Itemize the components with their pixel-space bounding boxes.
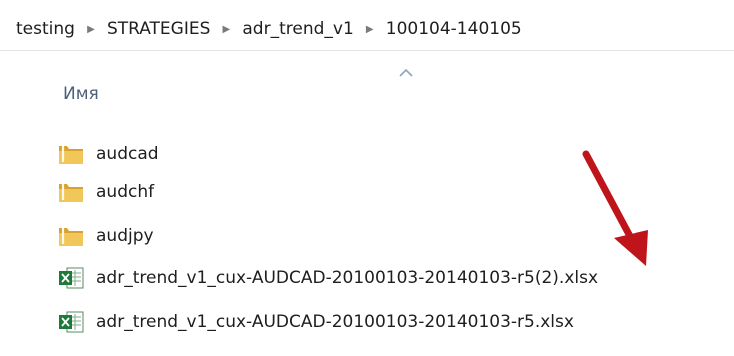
excel-file-icon: [59, 267, 84, 289]
folder-icon: [59, 227, 83, 246]
folder-icon: [59, 145, 83, 164]
sort-ascending-icon: [399, 68, 413, 77]
file-name: audchf: [96, 182, 155, 202]
red-arrow-icon: [582, 150, 648, 266]
file-name: adr_trend_v1_cux-AUDCAD-20100103-2014010…: [96, 312, 574, 332]
file-name: adr_trend_v1_cux-AUDCAD-20100103-2014010…: [96, 268, 599, 288]
excel-file-icon: [59, 311, 84, 333]
breadcrumb-item-adr-trend-v1[interactable]: adr_trend_v1: [240, 19, 355, 39]
breadcrumb-item-strategies[interactable]: STRATEGIES: [105, 19, 212, 39]
breadcrumb-item-testing[interactable]: testing: [14, 19, 77, 39]
address-bar[interactable]: testing ▶ STRATEGIES ▶ adr_trend_v1 ▶ 10…: [0, 0, 734, 51]
file-name: audcad: [96, 144, 159, 164]
chevron-right-icon[interactable]: ▶: [356, 24, 384, 35]
chevron-right-icon[interactable]: ▶: [77, 24, 105, 35]
folder-icon: [59, 183, 83, 202]
file-name: audjpy: [96, 226, 154, 246]
column-header-name[interactable]: Имя: [63, 84, 99, 104]
breadcrumb: testing ▶ STRATEGIES ▶ adr_trend_v1 ▶ 10…: [14, 16, 524, 42]
breadcrumb-item-current-folder[interactable]: 100104-140105: [384, 19, 524, 39]
chevron-right-icon[interactable]: ▶: [212, 24, 240, 35]
list-item[interactable]: adr_trend_v1_cux-AUDCAD-20100103-2014010…: [56, 304, 726, 340]
